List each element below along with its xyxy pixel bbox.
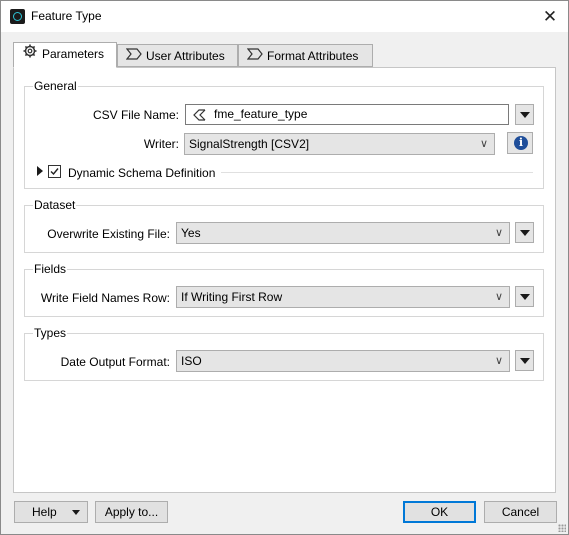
ok-label: OK bbox=[430, 505, 449, 519]
help-button-label: Help bbox=[32, 505, 57, 519]
date-output-menu-button[interactable] bbox=[515, 350, 534, 371]
cancel-label: Cancel bbox=[501, 505, 540, 519]
dynamic-schema-label: Dynamic Schema Definition bbox=[68, 166, 216, 180]
writer-value: SignalStrength [CSV2] bbox=[189, 137, 310, 151]
write-field-names-row-label: Write Field Names Row: bbox=[40, 291, 170, 305]
title-bar: Feature Type ✕ bbox=[1, 1, 568, 32]
general-group-label: General bbox=[33, 79, 78, 93]
tab-user-attributes[interactable]: User Attributes bbox=[117, 44, 238, 67]
sigma-icon bbox=[125, 45, 142, 68]
fields-group-label: Fields bbox=[33, 262, 68, 276]
overwrite-existing-file-value: Yes bbox=[181, 226, 201, 240]
sigma-icon bbox=[246, 45, 263, 68]
chevron-down-icon: ∨ bbox=[479, 138, 488, 150]
tab-user-attributes-label: User Attributes bbox=[146, 49, 225, 63]
overwrite-existing-file-label: Overwrite Existing File: bbox=[47, 227, 170, 241]
csv-file-name-value: fme_feature_type bbox=[214, 107, 308, 121]
help-button[interactable]: Help bbox=[14, 501, 88, 523]
app-icon bbox=[10, 9, 25, 24]
writer-info-button[interactable]: i bbox=[507, 132, 533, 154]
window-title: Feature Type bbox=[31, 9, 102, 23]
overwrite-existing-file-select[interactable]: Yes ∨ bbox=[176, 222, 510, 244]
write-field-names-row-value: If Writing First Row bbox=[181, 290, 283, 304]
apply-to-label: Apply to... bbox=[104, 505, 159, 519]
date-output-format-select[interactable]: ISO ∨ bbox=[176, 350, 510, 372]
csv-file-name-menu-button[interactable] bbox=[515, 104, 534, 125]
types-group-label: Types bbox=[33, 326, 68, 340]
chevron-down-icon: ∨ bbox=[494, 227, 503, 239]
date-output-format-label: Date Output Format: bbox=[60, 355, 170, 369]
feature-type-dialog: Feature Type ✕ Parameters User Attribute… bbox=[0, 0, 569, 535]
checkmark-icon bbox=[50, 168, 59, 176]
csv-file-name-label: CSV File Name: bbox=[92, 108, 179, 122]
ok-button[interactable]: OK bbox=[403, 501, 476, 523]
writer-select[interactable]: SignalStrength [CSV2] ∨ bbox=[184, 133, 495, 155]
resize-grip-icon[interactable] bbox=[558, 524, 566, 532]
csv-file-name-input[interactable]: fme_feature_type bbox=[185, 104, 509, 125]
expand-arrow-icon[interactable] bbox=[37, 166, 43, 176]
overwrite-menu-button[interactable] bbox=[515, 222, 534, 243]
help-dropdown-arrow-icon[interactable] bbox=[72, 510, 80, 515]
write-field-names-menu-button[interactable] bbox=[515, 286, 534, 307]
dynamic-schema-divider bbox=[221, 172, 533, 173]
dataset-group-label: Dataset bbox=[33, 198, 77, 212]
gear-icon bbox=[22, 43, 38, 66]
date-output-format-value: ISO bbox=[181, 354, 202, 368]
info-icon: i bbox=[514, 136, 528, 150]
tab-parameters-label: Parameters bbox=[42, 47, 105, 61]
chevron-down-icon: ∨ bbox=[494, 355, 503, 367]
tab-format-attributes[interactable]: Format Attributes bbox=[238, 44, 373, 67]
cancel-button[interactable]: Cancel bbox=[484, 501, 557, 523]
apply-to-button[interactable]: Apply to... bbox=[95, 501, 168, 523]
tab-parameters[interactable]: Parameters bbox=[13, 42, 117, 68]
chevron-down-icon: ∨ bbox=[494, 291, 503, 303]
writer-label: Writer: bbox=[143, 137, 179, 151]
dynamic-schema-checkbox[interactable] bbox=[48, 165, 61, 178]
close-button[interactable]: ✕ bbox=[532, 1, 568, 32]
tab-format-attributes-label: Format Attributes bbox=[267, 49, 359, 63]
write-field-names-row-select[interactable]: If Writing First Row ∨ bbox=[176, 286, 510, 308]
text-value-icon bbox=[192, 108, 206, 128]
